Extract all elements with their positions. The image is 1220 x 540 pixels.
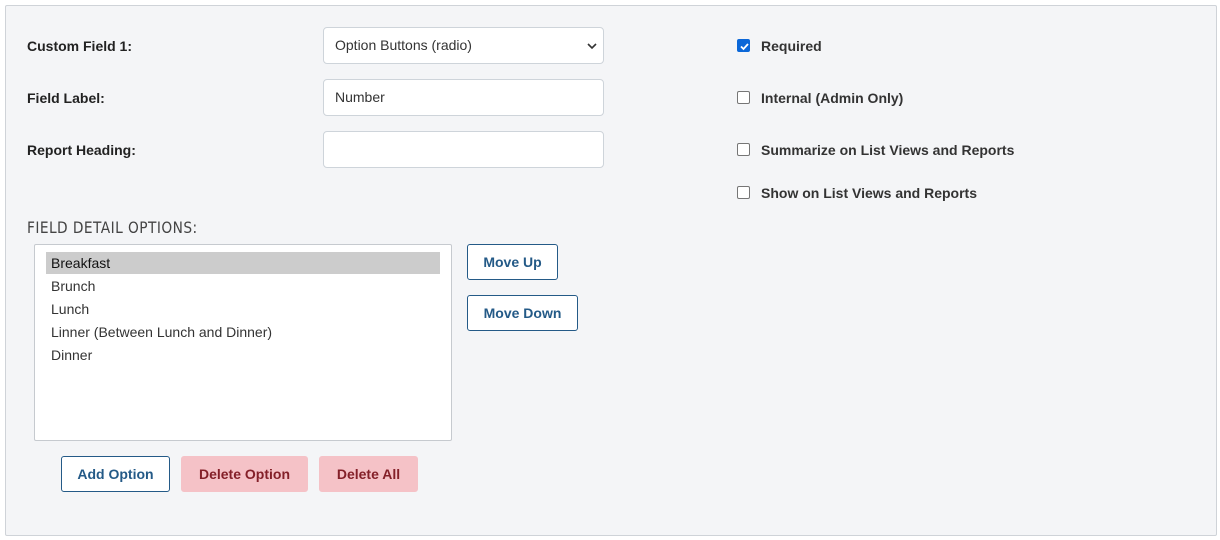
add-option-button[interactable]: Add Option	[61, 456, 170, 492]
delete-option-button[interactable]: Delete Option	[181, 456, 308, 492]
show-on-list-checkbox[interactable]	[737, 186, 750, 199]
show-on-list-label: Show on List Views and Reports	[761, 185, 977, 201]
chevron-down-icon	[587, 43, 597, 50]
field-detail-options-heading: FIELD DETAIL OPTIONS:	[27, 218, 198, 237]
options-listbox[interactable]: Breakfast Brunch Lunch Linner (Between L…	[34, 244, 452, 441]
list-item[interactable]: Brunch	[46, 275, 440, 297]
summarize-label: Summarize on List Views and Reports	[761, 142, 1015, 158]
list-item[interactable]: Dinner	[46, 344, 440, 366]
checkmark-icon	[740, 43, 749, 51]
delete-all-button[interactable]: Delete All	[319, 456, 418, 492]
field-type-select[interactable]: Option Buttons (radio)	[323, 27, 604, 64]
move-down-button[interactable]: Move Down	[467, 295, 578, 331]
internal-checkbox[interactable]	[737, 91, 750, 104]
internal-label: Internal (Admin Only)	[761, 90, 904, 106]
report-heading-label: Report Heading:	[27, 142, 136, 158]
custom-field-label: Custom Field 1:	[27, 38, 133, 54]
move-up-button[interactable]: Move Up	[467, 244, 558, 280]
field-label-label: Field Label:	[27, 90, 105, 106]
summarize-checkbox[interactable]	[737, 143, 750, 156]
required-checkbox[interactable]	[737, 39, 750, 52]
report-heading-input[interactable]	[323, 131, 604, 168]
list-item[interactable]: Linner (Between Lunch and Dinner)	[46, 321, 440, 343]
required-label: Required	[761, 38, 822, 54]
list-item[interactable]: Breakfast	[46, 252, 440, 274]
list-item[interactable]: Lunch	[46, 298, 440, 320]
field-type-select-value: Option Buttons (radio)	[335, 37, 472, 53]
field-label-input[interactable]: Number	[323, 79, 604, 116]
field-label-input-value: Number	[335, 89, 385, 105]
